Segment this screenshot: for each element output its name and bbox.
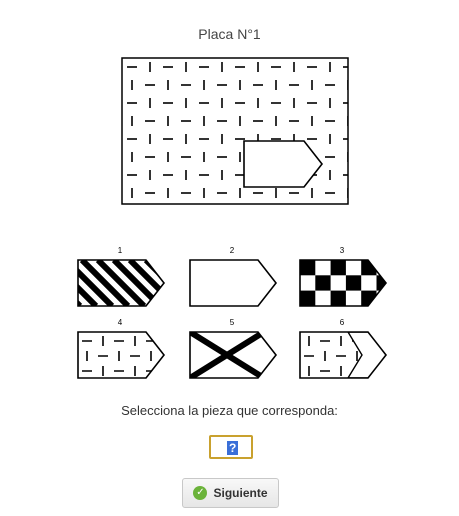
answer-value: ? xyxy=(227,441,239,455)
answer-input[interactable]: ? xyxy=(209,435,253,459)
option-piece-6[interactable]: 6 xyxy=(299,318,388,379)
main-pattern-board xyxy=(121,57,349,205)
page-title: Placa N°1 xyxy=(198,26,261,42)
option-piece-3[interactable]: 3 xyxy=(299,246,392,307)
option-number: 5 xyxy=(230,318,235,327)
missing-piece-slot xyxy=(243,140,324,188)
option-number: 2 xyxy=(230,246,235,255)
instruction-text: Selecciona la pieza que corresponda: xyxy=(121,403,338,418)
option-number: 4 xyxy=(118,318,123,327)
next-button[interactable]: ✓ Siguiente xyxy=(182,478,279,508)
next-button-label: Siguiente xyxy=(213,486,268,500)
option-number: 6 xyxy=(340,318,345,327)
option-piece-5[interactable]: 5 xyxy=(189,318,278,379)
option-piece-4[interactable]: 4 xyxy=(77,318,166,379)
puzzle-plate: 1 2 3 4 5 6 xyxy=(68,44,406,402)
option-number: 1 xyxy=(118,246,123,255)
check-icon: ✓ xyxy=(193,486,208,500)
option-number: 3 xyxy=(340,246,345,255)
option-piece-2[interactable]: 2 xyxy=(189,246,278,307)
